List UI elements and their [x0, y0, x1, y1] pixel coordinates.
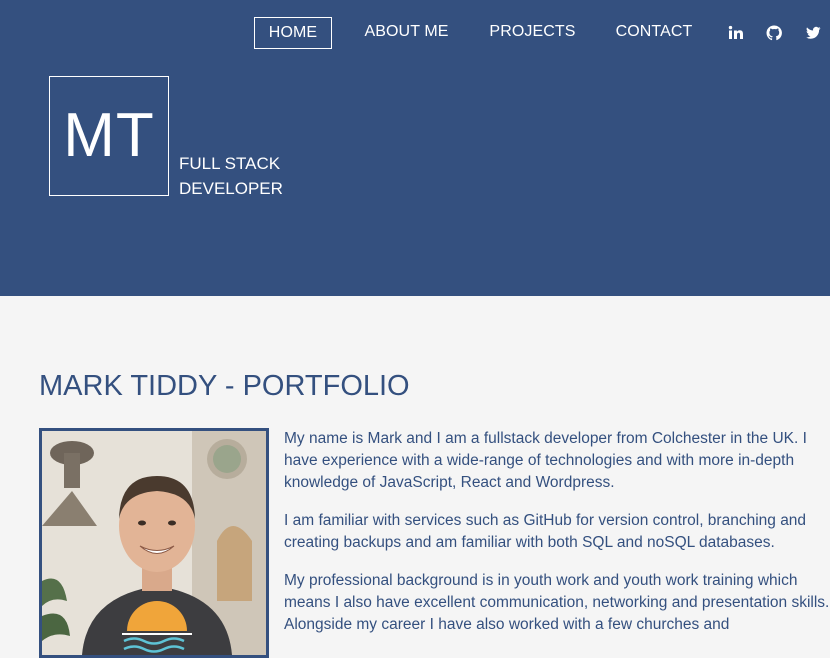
tagline-line-2: DEVELOPER — [179, 179, 283, 198]
github-icon[interactable] — [765, 24, 783, 42]
nav-about-me[interactable]: ABOUT ME — [356, 17, 457, 49]
profile-photo-image — [42, 431, 266, 655]
tagline-line-1: FULL STACK — [179, 154, 281, 173]
logo-mark[interactable]: MT — [49, 76, 169, 196]
nav-home[interactable]: HOME — [254, 17, 332, 49]
page-title: MARK TIDDY - PORTFOLIO — [39, 370, 410, 402]
nav-projects[interactable]: PROJECTS — [487, 17, 578, 49]
bio-text: My name is Mark and I am a fullstack dev… — [284, 428, 830, 652]
bio-paragraph-1: My name is Mark and I am a fullstack dev… — [284, 430, 807, 491]
bio-paragraph-3: My professional background is in youth w… — [284, 572, 830, 633]
twitter-icon[interactable] — [804, 24, 822, 42]
logo-tagline: FULL STACK DEVELOPER — [179, 151, 319, 201]
linkedin-icon[interactable] — [727, 24, 745, 42]
bio-paragraph-2: I am familiar with services such as GitH… — [284, 512, 807, 551]
nav-contact[interactable]: CONTACT — [608, 17, 700, 49]
site-header: HOME ABOUT ME PROJECTS CONTACT MT FULL S… — [0, 0, 830, 296]
profile-photo — [39, 428, 269, 658]
